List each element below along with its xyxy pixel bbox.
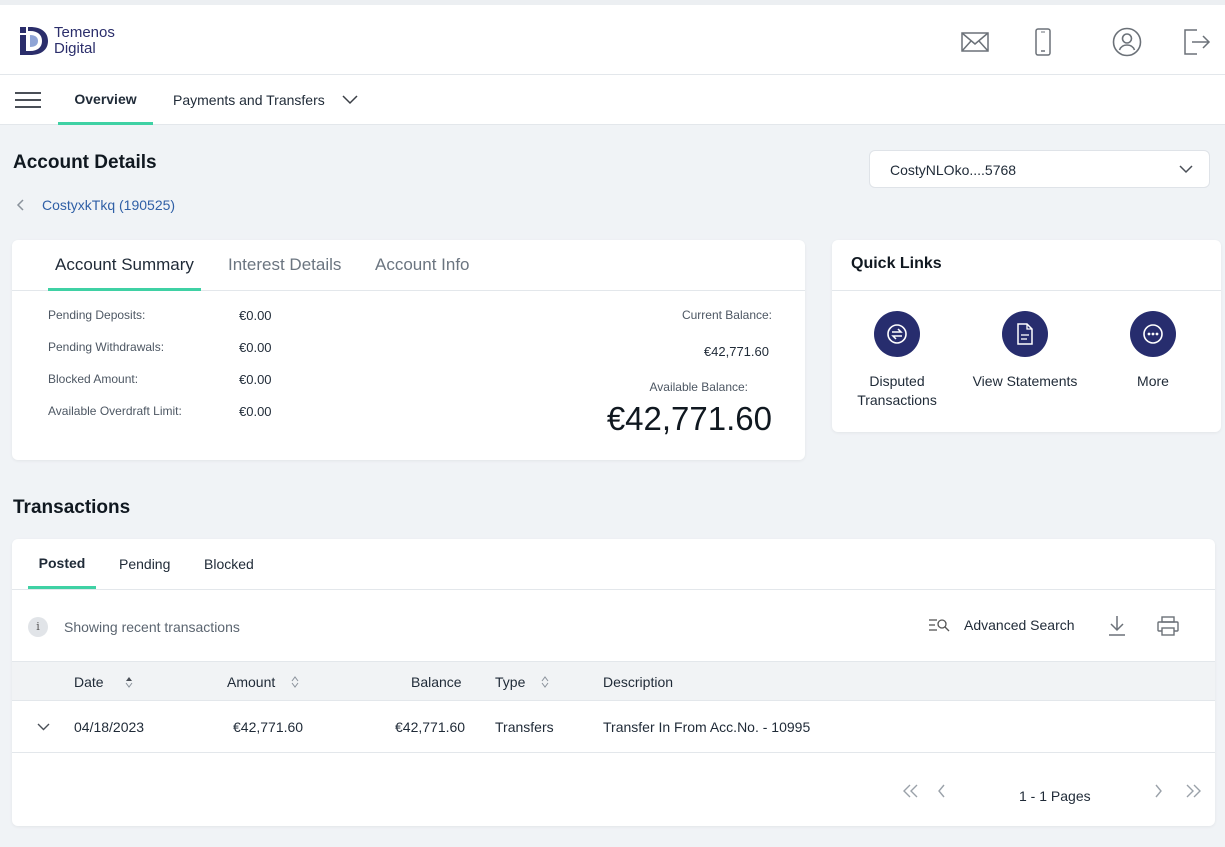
app-header: Temenos Digital xyxy=(0,5,1225,75)
quick-links-card: Quick Links Disputed Transactions View S… xyxy=(832,240,1221,432)
column-date[interactable]: Date xyxy=(74,662,104,702)
tab-blocked[interactable]: Blocked xyxy=(204,539,254,589)
last-page-icon[interactable] xyxy=(1184,784,1202,798)
table-row[interactable]: 04/18/2023 €42,771.60 €42,771.60 Transfe… xyxy=(12,701,1215,753)
sort-icon[interactable] xyxy=(125,676,133,688)
account-selector-value: CostyNLOko....5768 xyxy=(890,162,1017,178)
sort-icon[interactable] xyxy=(291,676,299,688)
pending-deposits-value: €0.00 xyxy=(239,308,272,323)
tab-payments-and-transfers[interactable]: Payments and Transfers xyxy=(173,75,325,125)
column-balance[interactable]: Balance xyxy=(411,662,462,702)
advanced-search-button[interactable]: Advanced Search xyxy=(928,617,1075,633)
page-title: Account Details xyxy=(13,152,157,173)
summary-tabs: Account Summary Interest Details Account… xyxy=(12,240,805,291)
cell-date: 04/18/2023 xyxy=(74,719,145,735)
first-page-icon[interactable] xyxy=(902,784,920,798)
info-icon: i xyxy=(28,617,48,637)
quick-link-disputed-transactions[interactable]: Disputed Transactions xyxy=(833,311,961,410)
tab-account-summary[interactable]: Account Summary xyxy=(48,240,201,291)
account-summary-card: Account Summary Interest Details Account… xyxy=(12,240,805,460)
hamburger-menu-icon[interactable] xyxy=(15,92,41,110)
advanced-search-label: Advanced Search xyxy=(964,617,1075,633)
transactions-info: Showing recent transactions xyxy=(64,619,240,635)
chevron-down-icon[interactable] xyxy=(342,95,358,105)
document-icon xyxy=(1002,311,1048,357)
page-indicator: 1 - 1 Pages xyxy=(1019,788,1091,804)
temenos-logo-icon xyxy=(20,27,48,55)
column-amount[interactable]: Amount xyxy=(227,662,275,702)
blocked-amount-value: €0.00 xyxy=(239,372,272,387)
available-balance-value: €42,771.60 xyxy=(606,400,772,437)
quick-link-more[interactable]: More xyxy=(1089,311,1217,391)
cell-balance: €42,771.60 xyxy=(395,719,466,735)
pending-deposits-label: Pending Deposits: xyxy=(48,308,146,322)
quick-link-label: View Statements xyxy=(972,373,1078,389)
overdraft-limit-label: Available Overdraft Limit: xyxy=(48,404,182,418)
table-header: Date Amount Balance Type Description xyxy=(12,661,1215,701)
quick-links-title: Quick Links xyxy=(832,240,1221,291)
brand-logo[interactable]: Temenos Digital xyxy=(18,25,115,57)
brand-line2: Digital xyxy=(54,40,96,57)
tab-overview[interactable]: Overview xyxy=(58,75,153,125)
blocked-amount-label: Blocked Amount: xyxy=(48,372,139,386)
column-type[interactable]: Type xyxy=(495,662,525,702)
tab-interest-details[interactable]: Interest Details xyxy=(228,240,341,291)
column-description: Description xyxy=(603,674,674,690)
sort-icon[interactable] xyxy=(541,676,549,688)
print-icon[interactable] xyxy=(1157,616,1179,636)
quick-link-view-statements[interactable]: View Statements xyxy=(961,311,1089,391)
cell-amount: €42,771.60 xyxy=(233,719,304,735)
current-balance-value: €42,771.60 xyxy=(703,344,769,359)
pending-withdrawals-label: Pending Withdrawals: xyxy=(48,340,165,354)
pending-withdrawals-value: €0.00 xyxy=(239,340,272,355)
advanced-search-icon xyxy=(929,619,950,632)
transactions-title: Transactions xyxy=(13,497,131,518)
brand-name: Temenos Digital xyxy=(54,25,115,57)
download-icon[interactable] xyxy=(1108,615,1126,637)
cell-description: Transfer In From Acc.No. - 10995 xyxy=(603,719,811,735)
breadcrumb[interactable]: CostyxkTkq (190525) xyxy=(16,197,175,213)
overdraft-limit-value: €0.00 xyxy=(239,404,272,419)
chevron-left-icon xyxy=(16,199,24,211)
available-balance-label: Available Balance: xyxy=(649,380,748,394)
next-page-icon[interactable] xyxy=(1152,784,1164,798)
logout-icon[interactable] xyxy=(1182,27,1212,57)
quick-link-label: More xyxy=(1137,373,1169,389)
more-icon xyxy=(1130,311,1176,357)
brand-line1: Temenos xyxy=(54,24,115,41)
cell-type: Transfers xyxy=(495,719,554,735)
transactions-card: Posted Pending Blocked i Showing recent … xyxy=(12,539,1215,826)
current-balance-label: Current Balance: xyxy=(681,308,772,322)
mail-icon[interactable] xyxy=(960,27,990,57)
tab-posted[interactable]: Posted xyxy=(28,539,96,589)
main-nav: Overview Payments and Transfers xyxy=(0,75,1225,125)
expand-row-icon[interactable] xyxy=(37,723,50,731)
quick-link-label: Disputed Transactions xyxy=(857,373,937,408)
transactions-tabs: Posted Pending Blocked xyxy=(12,539,1215,590)
mobile-icon[interactable] xyxy=(1028,27,1058,57)
tab-account-info[interactable]: Account Info xyxy=(375,240,470,291)
tab-pending[interactable]: Pending xyxy=(119,539,170,589)
profile-icon[interactable] xyxy=(1112,27,1142,57)
breadcrumb-account[interactable]: CostyxkTkq (190525) xyxy=(42,197,175,213)
previous-page-icon[interactable] xyxy=(936,784,948,798)
account-selector[interactable]: CostyNLOko....5768 xyxy=(869,150,1210,188)
chevron-down-icon xyxy=(1179,165,1193,174)
dispute-icon xyxy=(874,311,920,357)
